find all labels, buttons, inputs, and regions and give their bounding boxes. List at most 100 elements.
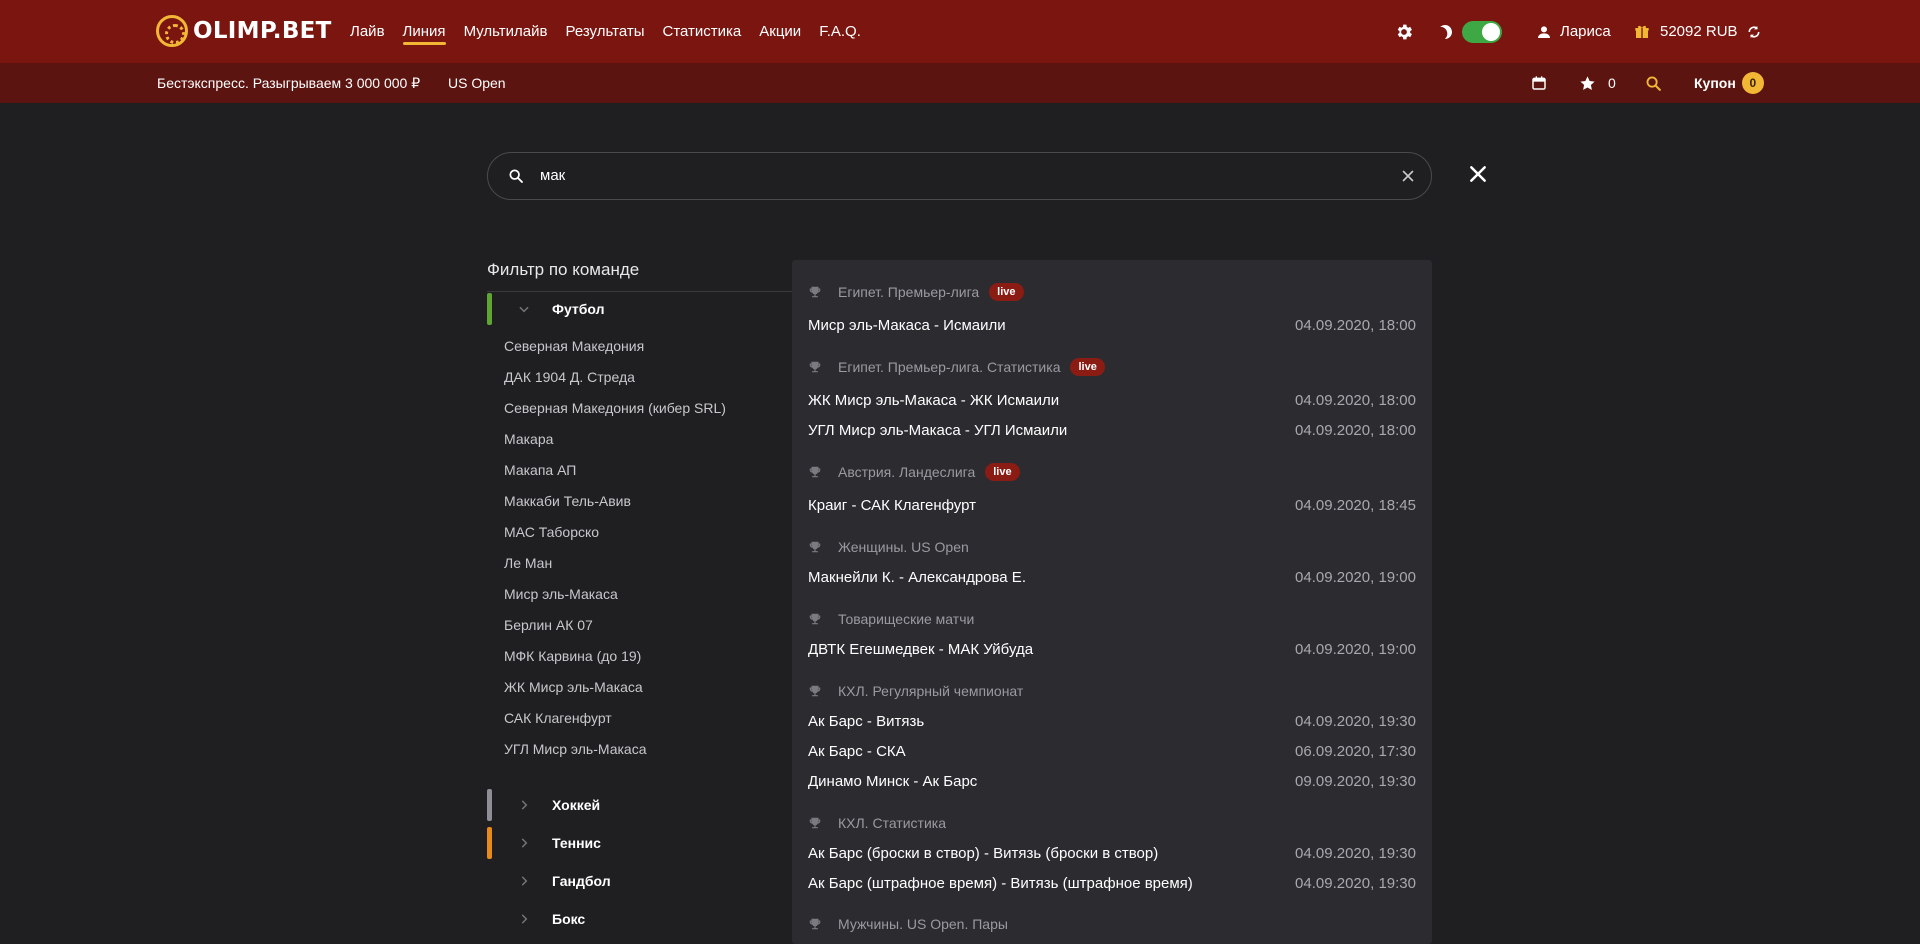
chevron-down-icon bbox=[519, 306, 529, 313]
chevron-right-icon bbox=[521, 838, 528, 848]
trophy-icon bbox=[809, 541, 821, 553]
favorites-count: 0 bbox=[1608, 75, 1616, 91]
promo-link[interactable]: Бестэкспресс. Разыгрываем 3 000 000 ₽ bbox=[157, 63, 420, 103]
search-toggle-button[interactable] bbox=[1645, 63, 1662, 103]
league-header[interactable]: Египет. Премьер-лига. Статистика live bbox=[808, 358, 1105, 376]
league-header[interactable]: Мужчины. US Open. Пары bbox=[808, 916, 1008, 932]
league-header[interactable]: КХЛ. Регулярный чемпионат bbox=[808, 683, 1023, 699]
match-name: Динамо Минск - Ак Барс bbox=[808, 773, 978, 790]
team-item[interactable]: Маккаби Тель-Авив bbox=[504, 493, 631, 509]
team-item[interactable]: МАС Таборско bbox=[504, 524, 599, 540]
settings-button[interactable] bbox=[1394, 0, 1414, 63]
match-name: ДВТК Егешмедвек - МАК Уйбуда bbox=[808, 641, 1034, 658]
match-date: 04.09.2020, 19:30 bbox=[1295, 713, 1416, 730]
league-header[interactable]: Женщины. US Open bbox=[808, 539, 969, 555]
nav-item-promotions[interactable]: Акции bbox=[759, 0, 801, 63]
match-row[interactable]: Ак Барс (броски в створ) - Витязь (броск… bbox=[808, 845, 1416, 862]
trophy-icon bbox=[809, 918, 821, 930]
match-row[interactable]: ЖК Миср эль-Макаса - ЖК Исмаили 04.09.20… bbox=[808, 392, 1416, 409]
favorites-button[interactable]: 0 bbox=[1579, 63, 1616, 103]
sport-row-boxing[interactable]: Бокс bbox=[487, 903, 787, 935]
coupon-count-badge: 0 bbox=[1741, 72, 1764, 94]
sport-row-hockey[interactable]: Хоккей bbox=[487, 789, 787, 821]
refresh-icon[interactable] bbox=[1746, 24, 1762, 40]
match-date: 04.09.2020, 19:00 bbox=[1295, 569, 1416, 586]
sport-label: Теннис bbox=[552, 835, 601, 851]
team-item[interactable]: ДАК 1904 Д. Стреда bbox=[504, 369, 635, 385]
match-name: Краиг - САК Клагенфурт bbox=[808, 497, 977, 514]
team-item[interactable]: Ле Ман bbox=[504, 555, 552, 571]
theme-switch[interactable] bbox=[1438, 0, 1502, 63]
match-name: Миср эль-Макаса - Исмаили bbox=[808, 317, 1006, 334]
match-row[interactable]: УГЛ Миср эль-Макаса - УГЛ Исмаили 04.09.… bbox=[808, 422, 1416, 439]
nav-item-line[interactable]: Линия bbox=[402, 0, 446, 63]
sport-row-handball[interactable]: Гандбол bbox=[487, 865, 787, 897]
match-date: 04.09.2020, 18:45 bbox=[1295, 497, 1416, 514]
close-search-icon[interactable] bbox=[1468, 164, 1488, 184]
nav-item-live[interactable]: Лайв bbox=[350, 0, 385, 63]
team-item[interactable]: Миср эль-Макаса bbox=[504, 586, 618, 602]
match-row[interactable]: Ак Барс - Витязь 04.09.2020, 19:30 bbox=[808, 713, 1416, 730]
league-header[interactable]: КХЛ. Статистика bbox=[808, 815, 946, 831]
league-name: Женщины. US Open bbox=[838, 539, 969, 555]
sport-color-bar bbox=[487, 827, 492, 859]
match-date: 04.09.2020, 18:00 bbox=[1295, 317, 1416, 334]
sport-label: Футбол bbox=[552, 301, 605, 317]
coupon-button[interactable]: Купон 0 bbox=[1694, 63, 1764, 103]
sport-row-tennis[interactable]: Теннис bbox=[487, 827, 787, 859]
logo-emblem-icon bbox=[156, 15, 188, 47]
match-name: Ак Барс (броски в створ) - Витязь (броск… bbox=[808, 845, 1159, 862]
nav-item-faq[interactable]: F.A.Q. bbox=[819, 0, 861, 63]
team-item[interactable]: Северная Македония (кибер SRL) bbox=[504, 400, 726, 416]
calendar-icon bbox=[1532, 76, 1546, 90]
team-item[interactable]: ЖК Миср эль-Макаса bbox=[504, 679, 643, 695]
team-item[interactable]: Макапа АП bbox=[504, 462, 576, 478]
match-row[interactable]: Краиг - САК Клагенфурт 04.09.2020, 18:45 bbox=[808, 497, 1416, 514]
theme-toggle[interactable] bbox=[1462, 20, 1502, 43]
main-nav: Лайв Линия Мультилайв Результаты Статист… bbox=[350, 0, 879, 63]
team-item[interactable]: МФК Карвина (до 19) bbox=[504, 648, 641, 664]
calendar-button[interactable] bbox=[1531, 63, 1547, 103]
match-row[interactable]: Макнейли К. - Александрова Е. 04.09.2020… bbox=[808, 569, 1416, 586]
league-name: КХЛ. Регулярный чемпионат bbox=[838, 683, 1024, 699]
brand-logo[interactable]: OLIMP.BET bbox=[156, 15, 332, 47]
league-name: КХЛ. Статистика bbox=[838, 815, 946, 831]
chevron-right-icon bbox=[521, 800, 528, 810]
match-row[interactable]: Динамо Минск - Ак Барс 09.09.2020, 19:30 bbox=[808, 773, 1416, 790]
sport-row-football[interactable]: Футбол bbox=[487, 293, 787, 325]
team-item[interactable]: САК Клагенфурт bbox=[504, 710, 612, 726]
match-date: 04.09.2020, 19:30 bbox=[1295, 875, 1416, 892]
nav-item-multilive[interactable]: Мультилайв bbox=[464, 0, 548, 63]
league-name: Мужчины. US Open. Пары bbox=[838, 916, 1008, 932]
league-header[interactable]: Товарищеские матчи bbox=[808, 611, 974, 627]
live-badge: live bbox=[1070, 358, 1105, 376]
balance-widget[interactable]: 52092 RUB bbox=[1634, 0, 1762, 63]
trophy-icon bbox=[809, 817, 821, 829]
user-menu[interactable]: Лариса bbox=[1536, 0, 1611, 63]
league-header[interactable]: Австрия. Ландеслига live bbox=[808, 463, 1020, 481]
match-row[interactable]: Миср эль-Макаса - Исмаили 04.09.2020, 18… bbox=[808, 317, 1416, 334]
filter-divider bbox=[487, 291, 792, 292]
league-header[interactable]: Египет. Премьер-лига live bbox=[808, 283, 1024, 301]
search-input-value[interactable]: мак bbox=[540, 167, 565, 184]
sport-color-bar bbox=[487, 293, 492, 325]
nav-item-results[interactable]: Результаты bbox=[565, 0, 644, 63]
team-item[interactable]: Берлин АК 07 bbox=[504, 617, 593, 633]
match-row[interactable]: ДВТК Егешмедвек - МАК Уйбуда 04.09.2020,… bbox=[808, 641, 1416, 658]
team-item[interactable]: Макара bbox=[504, 431, 553, 447]
team-item[interactable]: Северная Македония bbox=[504, 338, 644, 354]
match-name: Ак Барс - Витязь bbox=[808, 713, 925, 730]
team-item[interactable]: УГЛ Миср эль-Макаса bbox=[504, 741, 647, 757]
match-date: 06.09.2020, 17:30 bbox=[1295, 743, 1416, 760]
us-open-link[interactable]: US Open bbox=[448, 63, 506, 103]
match-date: 09.09.2020, 19:30 bbox=[1295, 773, 1416, 790]
nav-item-statistics[interactable]: Статистика bbox=[662, 0, 741, 63]
match-name: Ак Барс - СКА bbox=[808, 743, 906, 760]
match-row[interactable]: Ак Барс (штрафное время) - Витязь (штраф… bbox=[808, 875, 1416, 892]
coupon-label: Купон bbox=[1694, 75, 1736, 91]
search-field[interactable]: мак bbox=[487, 152, 1432, 200]
chevron-right-icon bbox=[521, 876, 528, 886]
clear-search-icon[interactable] bbox=[1399, 167, 1417, 185]
trophy-icon bbox=[809, 286, 821, 298]
match-row[interactable]: Ак Барс - СКА 06.09.2020, 17:30 bbox=[808, 743, 1416, 760]
